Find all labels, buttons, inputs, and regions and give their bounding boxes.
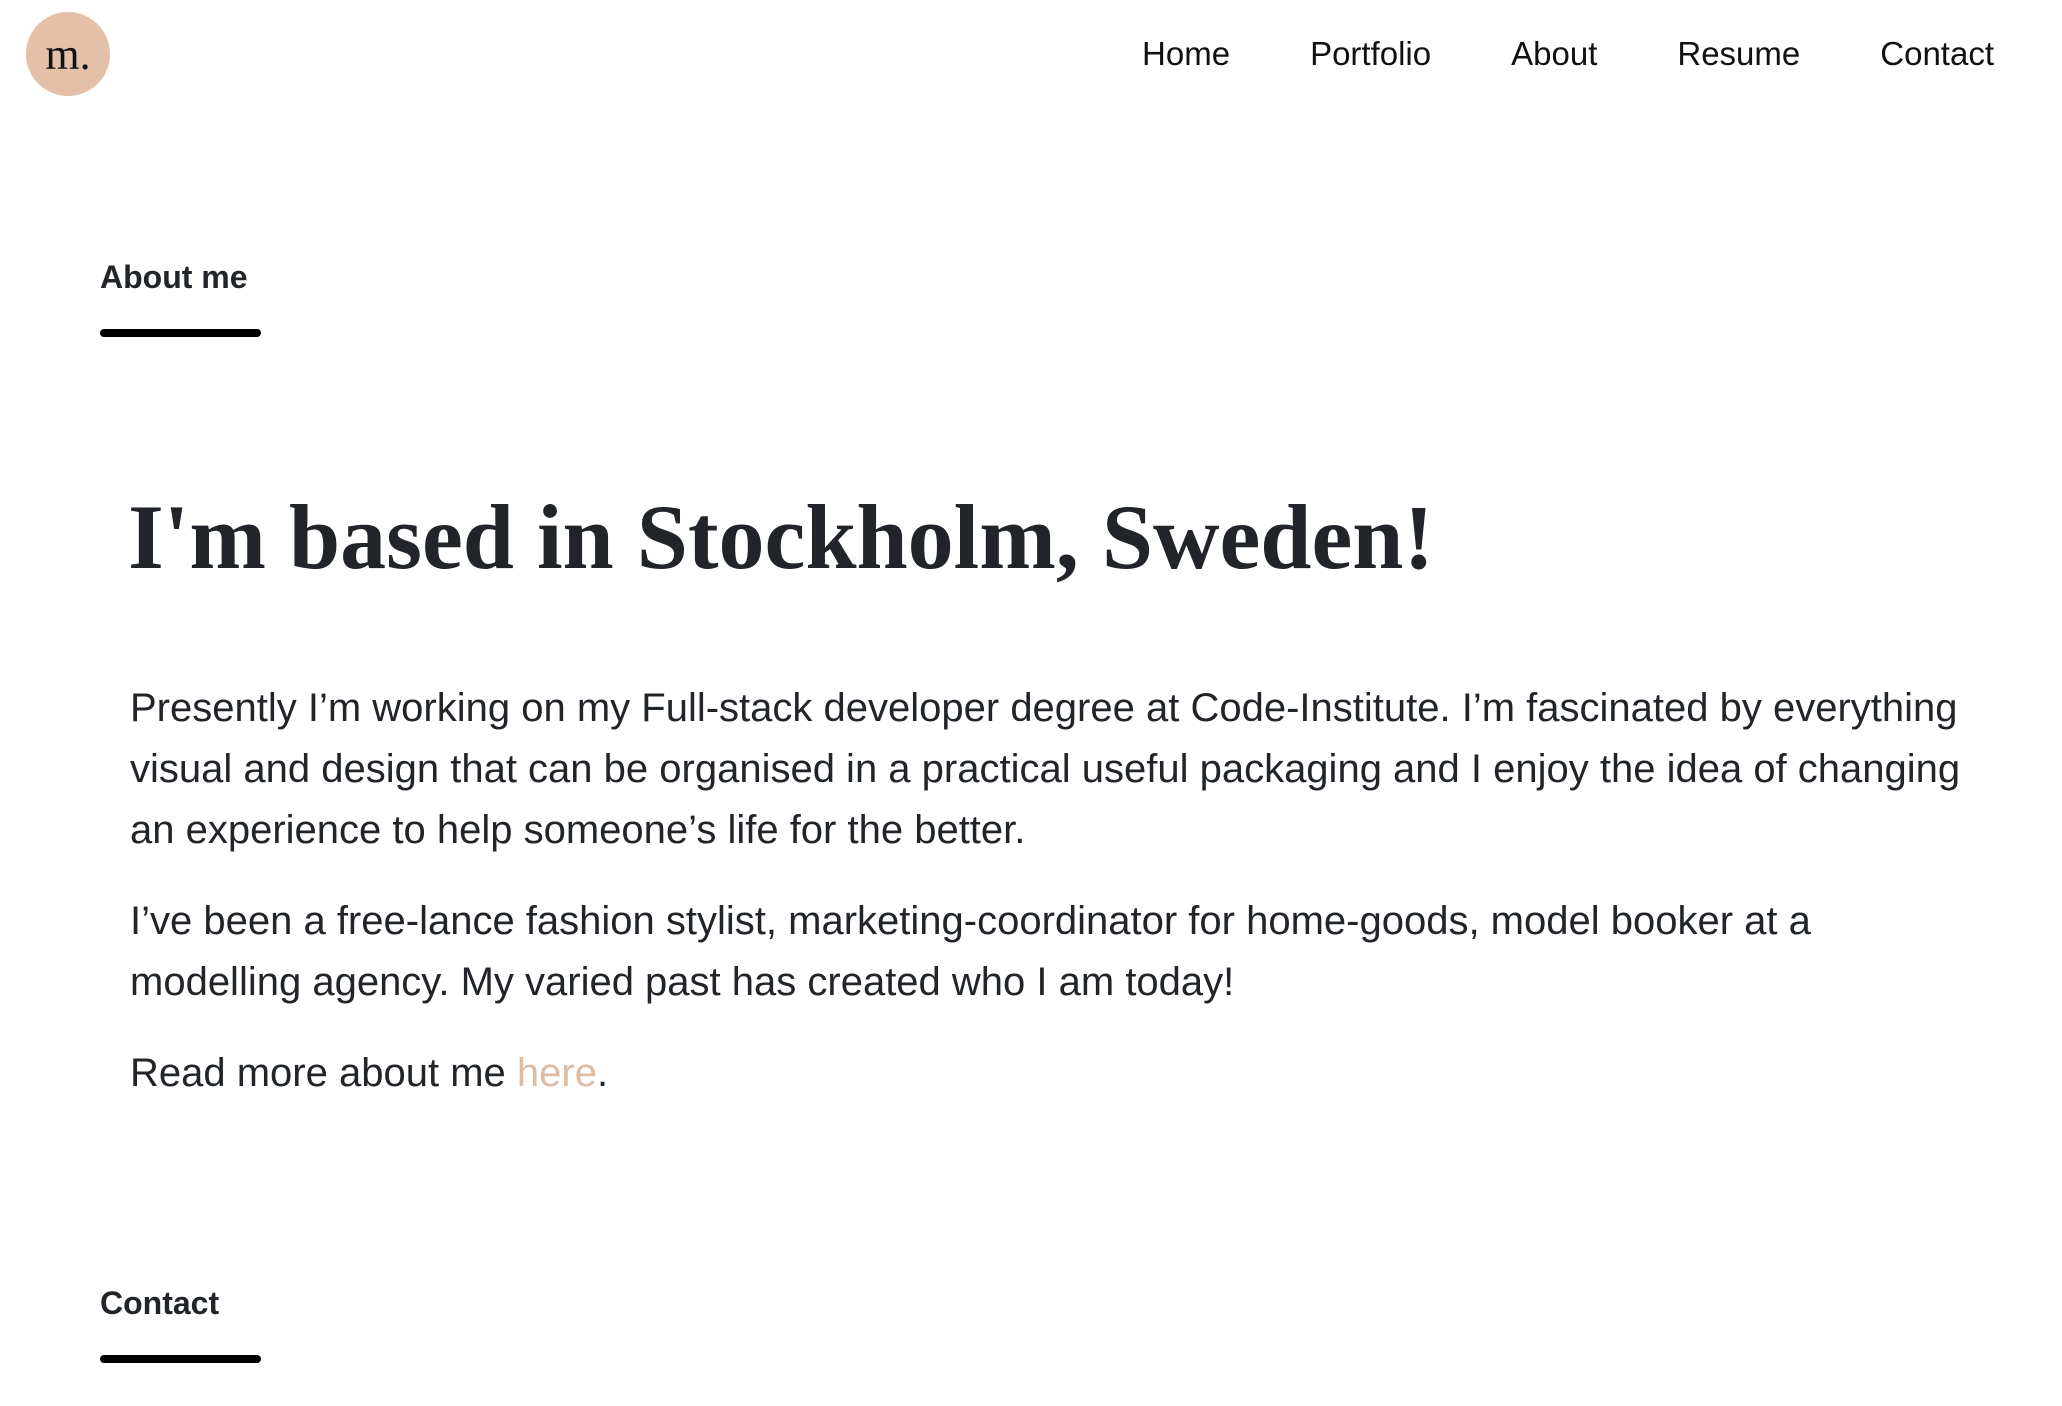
contact-section-label: Contact (100, 1285, 220, 1321)
about-section-underline (100, 329, 261, 337)
read-more-suffix: . (596, 1051, 609, 1095)
about-paragraph-1: Presently I’m working on my Full-stack d… (130, 686, 1961, 852)
read-more-prefix: Read more about me (130, 1051, 517, 1095)
nav-home[interactable]: Home (1142, 34, 1230, 74)
site-header: m. Home Portfolio About Resume Contact (0, 0, 2062, 110)
logo-text: m. (45, 30, 91, 79)
page: m. Home Portfolio About Resume Contact A… (0, 0, 2062, 1406)
nav-about[interactable]: About (1511, 34, 1597, 74)
about-content: Presently I’m working on my Full-stack d… (130, 678, 1990, 1104)
nav-portfolio[interactable]: Portfolio (1310, 34, 1431, 74)
page-headline: I'm based in Stockholm, Sweden! (128, 486, 1435, 588)
nav-resume[interactable]: Resume (1677, 34, 1800, 74)
read-more-link[interactable]: here (517, 1051, 597, 1095)
logo-home-link[interactable]: m. (26, 12, 110, 96)
about-paragraph-2: I’ve been a free-lance fashion stylist, … (130, 899, 1811, 1004)
about-section-label: About me (100, 259, 248, 295)
contact-section-underline (100, 1355, 261, 1363)
read-more-line: Read more about me here. (130, 1043, 1990, 1104)
main-nav: Home Portfolio About Resume Contact (1142, 34, 1994, 74)
nav-contact[interactable]: Contact (1880, 34, 1994, 74)
